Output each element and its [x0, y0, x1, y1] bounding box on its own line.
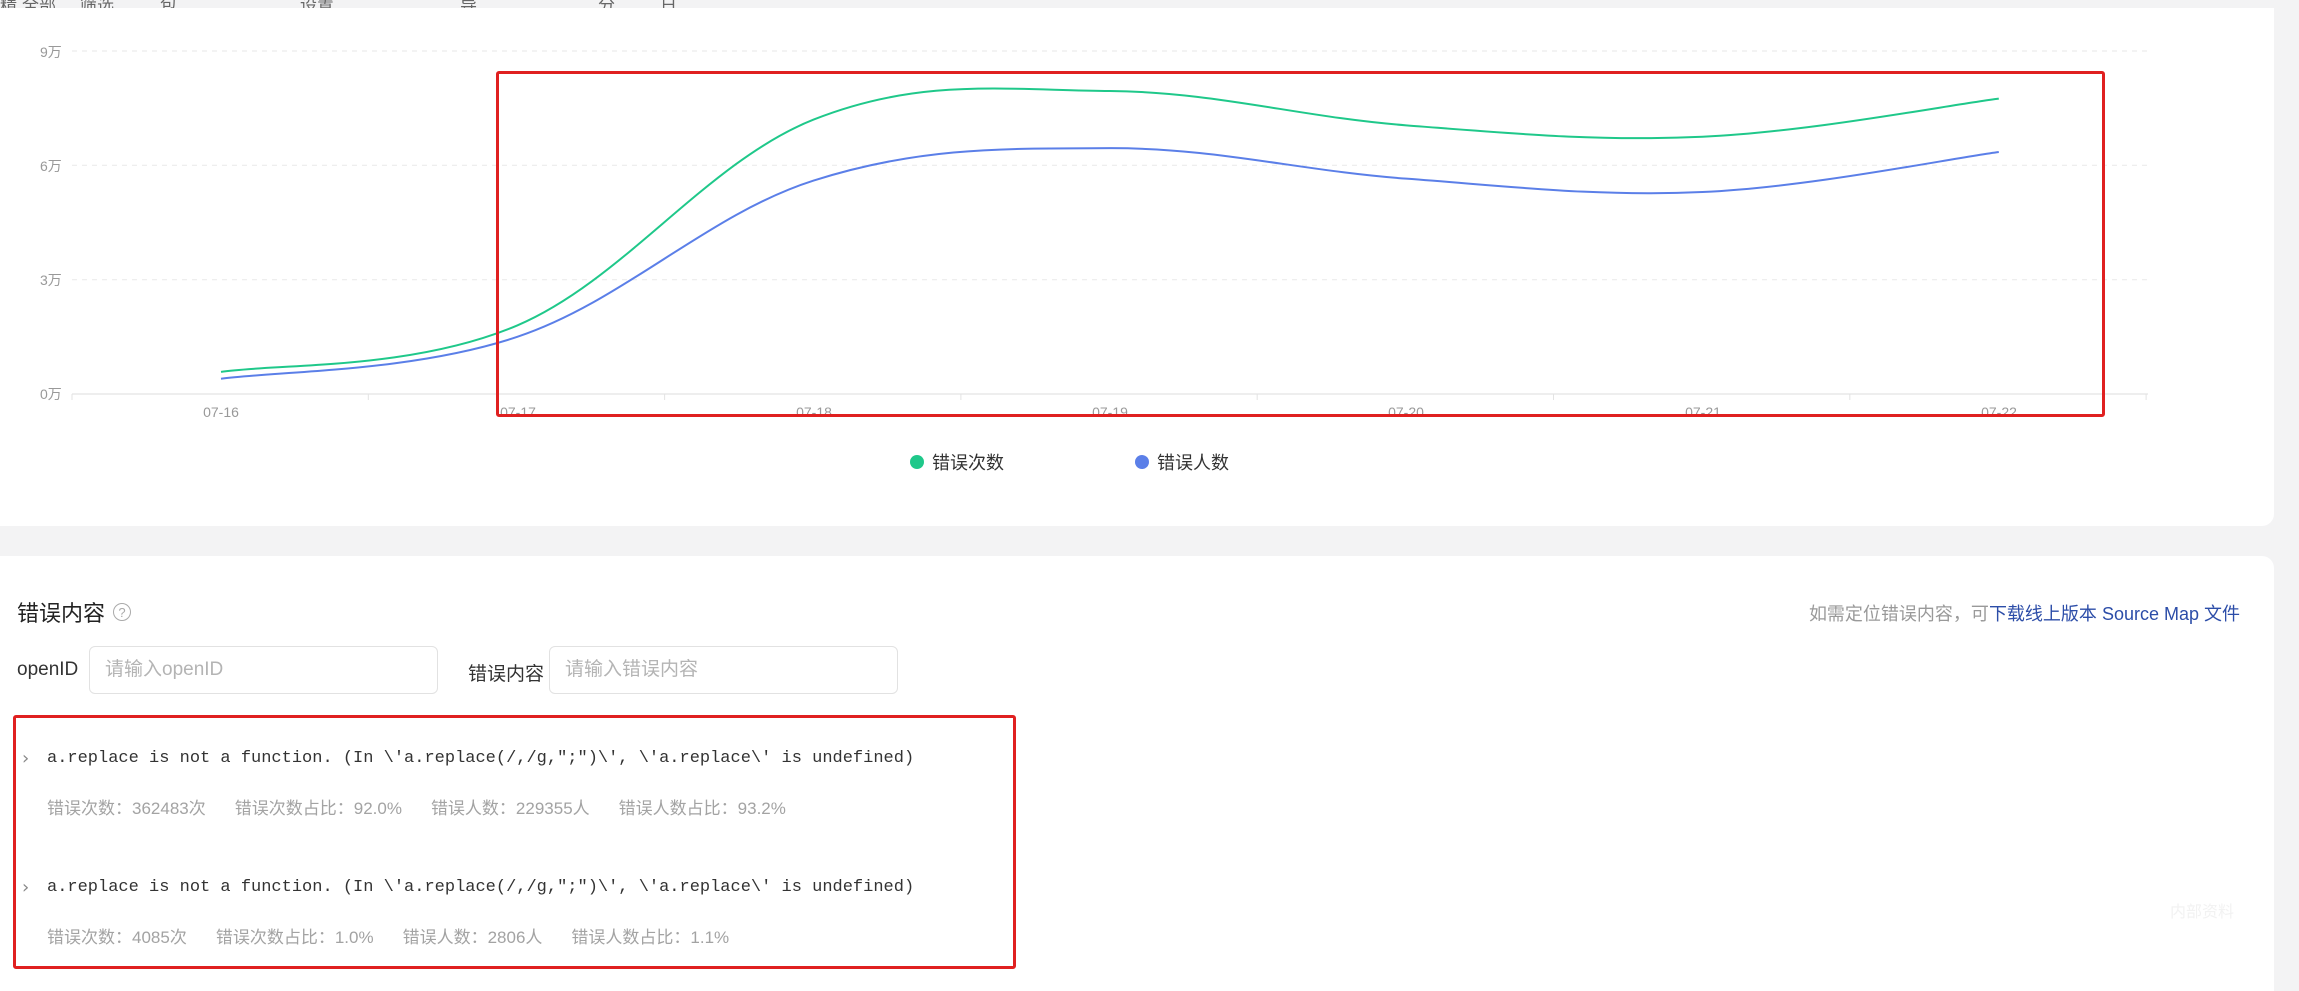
legend-label: 错误人数	[1157, 453, 1229, 473]
error-list-item[interactable]: › a.replace is not a function. (In \'a.r…	[22, 748, 914, 819]
legend-item-error-users[interactable]: 错误人数	[1135, 449, 1229, 475]
stat-error-count: 错误次数：362483次	[47, 799, 206, 818]
x-tick-label: 07-19	[1092, 404, 1128, 420]
series-line-error-count	[220, 87, 1999, 373]
watermark: 内部资料	[2170, 904, 2235, 921]
error-trend-chart	[71, 50, 2148, 400]
error-content-label: 错误内容	[468, 664, 545, 685]
stat-error-count-ratio: 错误次数占比：92.0%	[234, 799, 402, 818]
section-title: 错误内容 ?	[17, 596, 132, 628]
stat-error-users: 错误人数：229355人	[430, 799, 590, 818]
x-tick-label: 07-21	[1685, 404, 1721, 420]
legend-item-error-count[interactable]: 错误次数	[910, 449, 1004, 475]
y-tick-label: 6万	[40, 158, 62, 174]
question-circle-icon[interactable]: ?	[113, 603, 132, 621]
error-stats: 错误次数：4085次 错误次数占比：1.0% 错误人数：2806人 错误人数占比…	[47, 923, 914, 948]
chart-grid	[71, 50, 2148, 400]
hint-text: 如需定位错误内容，可	[1808, 604, 1989, 624]
chart-lines	[220, 87, 1999, 380]
error-stats: 错误次数：362483次 错误次数占比：92.0% 错误人数：229355人 错…	[47, 794, 914, 819]
error-message: a.replace is not a function. (In \'a.rep…	[47, 878, 915, 897]
stat-error-users-ratio: 错误人数占比：93.2%	[618, 799, 786, 818]
legend-dot-icon	[910, 455, 924, 469]
error-message: a.replace is not a function. (In \'a.rep…	[47, 749, 915, 768]
x-tick-label: 07-20	[1388, 404, 1424, 420]
error-message-row[interactable]: › a.replace is not a function. (In \'a.r…	[22, 877, 914, 898]
error-list-item[interactable]: › a.replace is not a function. (In \'a.r…	[22, 877, 914, 948]
series-line-error-users	[220, 147, 1999, 380]
openid-input[interactable]	[89, 646, 438, 694]
x-tick-label: 07-16	[203, 404, 239, 420]
stat-error-count-ratio: 错误次数占比：1.0%	[215, 928, 374, 947]
error-message-row[interactable]: › a.replace is not a function. (In \'a.r…	[22, 748, 914, 769]
download-source-map-link[interactable]: 下载线上版本 Source Map 文件	[1989, 604, 2240, 624]
section-title-text: 错误内容	[17, 601, 106, 626]
x-tick-label: 07-18	[796, 404, 832, 420]
x-tick-label: 07-22	[1981, 404, 2017, 420]
stat-error-users: 错误人数：2806人	[402, 928, 543, 947]
legend-dot-icon	[1135, 455, 1149, 469]
chevron-right-icon[interactable]: ›	[22, 748, 47, 769]
legend-label: 错误次数	[932, 453, 1004, 473]
stat-error-users-ratio: 错误人数占比：1.1%	[571, 928, 730, 947]
y-tick-label: 0万	[40, 386, 62, 402]
source-map-hint: 如需定位错误内容，可下载线上版本 Source Map 文件	[1809, 600, 2240, 626]
x-tick-label: 07-17	[500, 404, 536, 420]
stat-error-count: 错误次数：4085次	[47, 928, 187, 947]
error-content-input[interactable]	[549, 646, 898, 694]
y-tick-label: 9万	[40, 44, 62, 60]
chevron-right-icon[interactable]: ›	[22, 877, 47, 898]
openid-label: openID	[17, 659, 79, 680]
y-tick-label: 3万	[40, 272, 62, 288]
